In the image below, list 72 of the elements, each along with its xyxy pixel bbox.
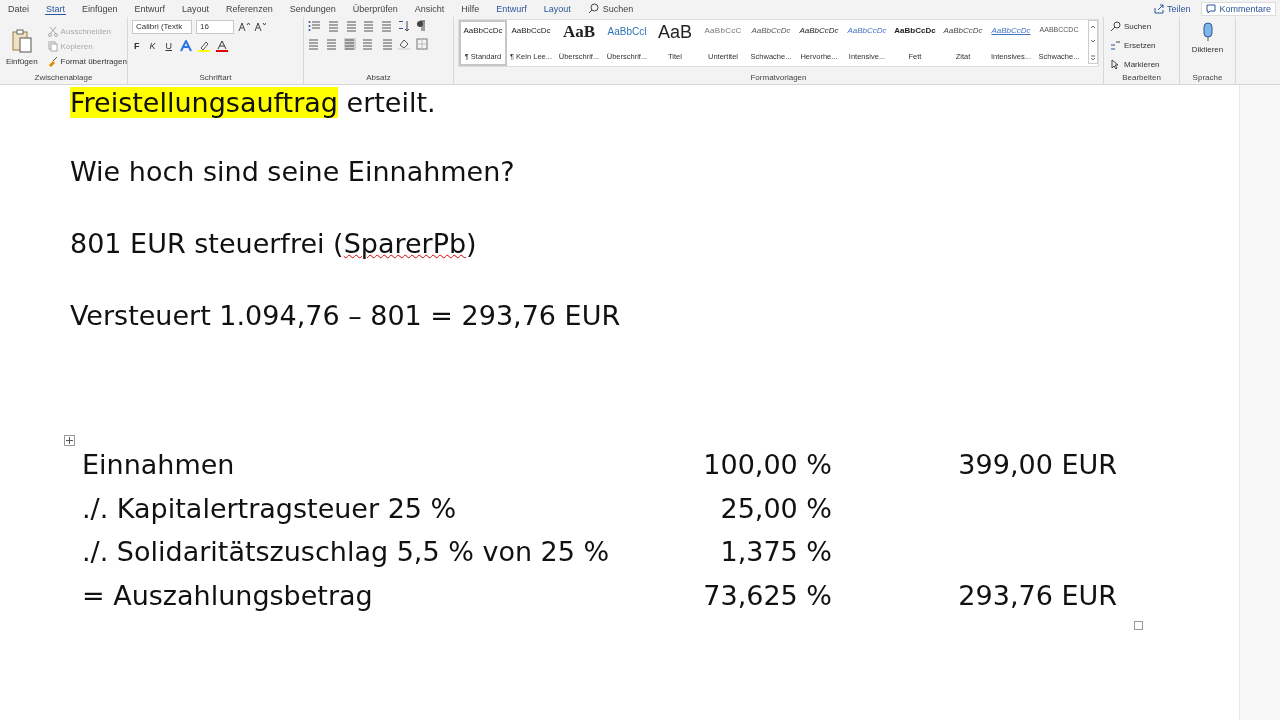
- menu-tab[interactable]: Entwurf: [495, 1, 528, 16]
- comments-button[interactable]: Kommentare: [1201, 1, 1276, 16]
- group-label: Formatvorlagen: [749, 73, 808, 84]
- gallery-scroll-icon[interactable]: [1088, 20, 1098, 64]
- group-label: Schriftart: [198, 73, 233, 84]
- table-resize-handle-icon[interactable]: [1134, 621, 1143, 630]
- share-icon[interactable]: [1153, 3, 1164, 14]
- menu-tab[interactable]: Hilfe: [460, 1, 481, 16]
- clipboard-icon[interactable]: [10, 27, 33, 54]
- align-right-icon[interactable]: [344, 38, 356, 50]
- share-button[interactable]: Teilen: [1148, 1, 1196, 16]
- font-size-field[interactable]: 16: [196, 20, 234, 34]
- search-icon[interactable]: [587, 3, 599, 14]
- group-label: Zwischenablage: [33, 73, 94, 84]
- align-left-icon[interactable]: [308, 38, 320, 50]
- paragraph-text: 801 EUR steuerfrei (SparerPb): [70, 227, 478, 261]
- select-button[interactable]: Markieren: [1108, 58, 1175, 71]
- bold-button[interactable]: F: [132, 41, 142, 51]
- justify-icon[interactable]: [362, 38, 374, 50]
- paste-button[interactable]: Einfügen: [4, 25, 40, 68]
- borders-icon[interactable]: [416, 38, 428, 50]
- menu-tab[interactable]: Start: [45, 2, 67, 15]
- menu-tab[interactable]: Einfügen: [81, 1, 119, 16]
- brush-icon[interactable]: [47, 56, 58, 67]
- grow-font-icon[interactable]: [238, 22, 250, 32]
- comment-icon[interactable]: [1206, 3, 1217, 14]
- table-cell-text: ./. Solidaritätszuschlag 5,5 % von 25 %: [82, 535, 610, 569]
- menu-tab[interactable]: Layout: [181, 1, 211, 16]
- table-cell-text: = Auszahlungsbetrag: [82, 578, 373, 613]
- sort-icon[interactable]: [398, 20, 410, 32]
- underline-button[interactable]: U: [163, 41, 174, 51]
- search-icon[interactable]: [1110, 21, 1121, 32]
- align-center-icon[interactable]: [326, 38, 338, 50]
- menu-tab[interactable]: Datei: [7, 1, 30, 16]
- italic-button[interactable]: K: [147, 41, 158, 51]
- table-cell-text: 399,00 EUR: [958, 448, 1117, 482]
- table-move-handle-icon[interactable]: [64, 435, 75, 446]
- cursor-icon[interactable]: [1110, 59, 1121, 70]
- microphone-icon[interactable]: [1200, 22, 1215, 42]
- paragraph-text: Wie hoch sind seine Einnahmen?: [70, 155, 516, 189]
- font-color-icon[interactable]: [216, 40, 228, 52]
- font-name-field[interactable]: Calibri (Textk: [132, 20, 192, 34]
- group-label: Sprache: [1191, 73, 1224, 84]
- scrollbar[interactable]: [1239, 85, 1280, 720]
- dictate-button[interactable]: Diktieren: [1184, 20, 1231, 56]
- shading-icon[interactable]: [398, 38, 410, 50]
- menu-tab[interactable]: Sendungen: [288, 1, 337, 16]
- menu-tab[interactable]: Ansicht: [413, 1, 446, 16]
- pilcrow-icon[interactable]: [416, 20, 426, 32]
- find-button[interactable]: Suchen: [1108, 20, 1175, 33]
- search-box[interactable]: Suchen: [586, 1, 635, 16]
- group-label: Absatz: [365, 73, 392, 84]
- replace-icon[interactable]: [1110, 40, 1121, 51]
- table-cell-text: 73,625 %: [703, 578, 832, 613]
- table-cell-text: 100,00 %: [703, 448, 832, 482]
- table-cell-text: 25,00 %: [720, 491, 832, 526]
- replace-button[interactable]: Ersetzen: [1108, 39, 1175, 52]
- highlighter-icon[interactable]: [198, 40, 210, 52]
- group-label: Bearbeiten: [1121, 73, 1162, 84]
- shrink-font-icon[interactable]: [254, 22, 266, 32]
- table-cell-text: 293,76 EUR: [958, 578, 1117, 613]
- bullet-list-icon[interactable]: [308, 20, 320, 32]
- menu-tab[interactable]: Überprüfen: [351, 1, 399, 16]
- menu-tab[interactable]: Layout: [542, 1, 572, 16]
- table-cell-text: 1,375 %: [720, 535, 832, 569]
- table-cell-text: ./. Kapitalertragsteuer 25 %: [82, 491, 457, 526]
- paragraph-text: Versteuert 1.094,76 – 801 = 293,76 EUR: [70, 299, 622, 333]
- menu-tab[interactable]: Referenzen: [225, 1, 274, 16]
- text-effects-icon[interactable]: [180, 40, 192, 52]
- menu-tab[interactable]: Entwurf: [133, 1, 167, 16]
- table-cell-text: Einnahmen: [82, 448, 235, 482]
- format-painter-button[interactable]: Format übertragen: [45, 55, 129, 68]
